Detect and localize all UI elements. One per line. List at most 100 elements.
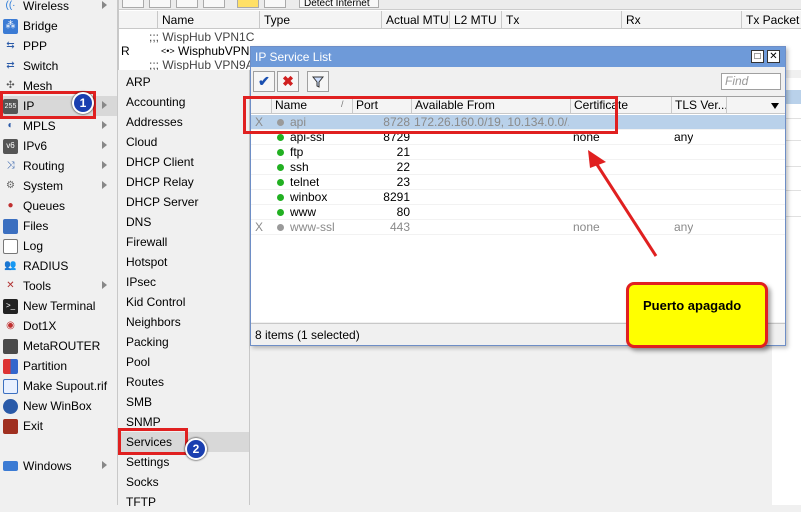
menu-item-tools[interactable]: ✕ Tools xyxy=(0,276,117,296)
col-l2-mtu[interactable]: L2 MTU xyxy=(449,11,501,29)
submenu-item-arp[interactable]: ARP xyxy=(118,72,249,92)
submenu-item-accounting[interactable]: Accounting xyxy=(118,92,249,112)
filter-icon xyxy=(312,76,324,88)
log-icon xyxy=(3,238,18,254)
submenu-item-routes[interactable]: Routes xyxy=(118,372,249,392)
menu-item-switch[interactable]: ⇄ Switch xyxy=(0,56,117,76)
row-port: 8291 xyxy=(383,190,410,204)
comment-button[interactable] xyxy=(237,0,259,8)
highlight-services-item xyxy=(118,428,188,455)
menu-item-mpls[interactable]: ◐ MPLS xyxy=(0,116,117,136)
filter-button[interactable] xyxy=(307,71,329,92)
window-titlebar[interactable]: IP Service List □ ✕ xyxy=(251,47,785,67)
menu-item-exit[interactable]: Exit xyxy=(0,416,117,436)
submenu-item-cloud[interactable]: Cloud xyxy=(118,132,249,152)
table-row[interactable]: ssh 22 xyxy=(251,160,785,175)
dot1x-icon: ◉ xyxy=(6,320,15,331)
col-tx[interactable]: Tx xyxy=(501,11,621,29)
filter-button[interactable] xyxy=(264,0,286,8)
maximize-icon[interactable]: □ xyxy=(751,50,764,63)
menu-item-dot1x[interactable]: ◉ Dot1X xyxy=(0,316,117,336)
menu-item-new-terminal[interactable]: >_ New Terminal xyxy=(0,296,117,316)
submenu-item-packing[interactable]: Packing xyxy=(118,332,249,352)
menu-item-metarouter[interactable]: MetaROUTER xyxy=(0,336,117,356)
menu-label: System xyxy=(23,179,64,193)
menu-item-system[interactable]: ⚙ System xyxy=(0,176,117,196)
col-tls-version[interactable]: TLS Ver... xyxy=(671,97,726,114)
table-row[interactable]: ftp 21 xyxy=(251,145,785,160)
submenu-arrow-icon xyxy=(102,281,107,289)
row-name: www-ssl xyxy=(290,220,335,234)
menu-item-files[interactable]: Files xyxy=(0,216,117,236)
menu-label: Bridge xyxy=(23,19,58,33)
menu-label: Tools xyxy=(23,279,52,293)
submenu-item-dhcp-client[interactable]: DHCP Client xyxy=(118,152,249,172)
submenu-item-neighbors[interactable]: Neighbors xyxy=(118,312,249,332)
submenu-item-firewall[interactable]: Firewall xyxy=(118,232,249,252)
enable-button[interactable] xyxy=(176,0,198,8)
menu-item-wireless[interactable]: ((· Wireless xyxy=(0,0,117,16)
menu-item-partition[interactable]: Partition xyxy=(0,356,117,376)
disable-x-button[interactable]: ✖ xyxy=(277,71,299,92)
menu-label: Log xyxy=(23,239,44,253)
submenu-item-smb[interactable]: SMB xyxy=(118,392,249,412)
menu-item-routing[interactable]: ⤨ Routing xyxy=(0,156,117,176)
row-name: ftp xyxy=(290,145,304,159)
table-row[interactable]: www 80 xyxy=(251,205,785,220)
menu-item-radius[interactable]: 👥 RADIUS xyxy=(0,256,117,276)
find-input[interactable]: Find xyxy=(721,73,781,90)
submenu-item-ipsec[interactable]: IPsec xyxy=(118,272,249,292)
menu-item-bridge[interactable]: ⁂ Bridge xyxy=(0,16,117,36)
submenu-item-hotspot[interactable]: Hotspot xyxy=(118,252,249,272)
files-icon xyxy=(3,218,18,234)
enable-check-button[interactable]: ✔ xyxy=(253,71,275,92)
submenu-item-addresses[interactable]: Addresses xyxy=(118,112,249,132)
menu-item-queues[interactable]: ● Queues xyxy=(0,196,117,216)
menu-label: PPP xyxy=(23,39,48,53)
supout-icon xyxy=(3,378,18,394)
status-dot-icon xyxy=(277,179,284,186)
submenu-item-dns[interactable]: DNS xyxy=(118,212,249,232)
table-row[interactable]: telnet 23 xyxy=(251,175,785,190)
table-row[interactable]: X www-ssl 443 none any xyxy=(251,220,785,235)
system-icon: ⚙ xyxy=(6,180,15,191)
menu-item-ipv6[interactable]: v6 IPv6 xyxy=(0,136,117,156)
ppp-icon: ⇆ xyxy=(6,40,15,51)
status-dot-icon xyxy=(277,224,284,231)
column-chooser[interactable] xyxy=(726,97,785,114)
table-row[interactable]: winbox 8291 xyxy=(251,190,785,205)
col-name[interactable]: Name xyxy=(157,11,259,29)
menu-item-make-supout[interactable]: Make Supout.rif xyxy=(0,376,117,396)
col-rx[interactable]: Rx xyxy=(621,11,741,29)
step-badge-2: 2 xyxy=(185,438,207,460)
row-name: ssh xyxy=(290,160,309,174)
submenu-item-dhcp-server[interactable]: DHCP Server xyxy=(118,192,249,212)
menu-item-new-winbox[interactable]: New WinBox xyxy=(0,396,117,416)
col-tx-packet[interactable]: Tx Packet (p xyxy=(741,11,801,29)
remove-button[interactable] xyxy=(149,0,171,8)
detect-internet-button[interactable]: Detect Internet xyxy=(299,0,379,8)
submenu-item-kid-control[interactable]: Kid Control xyxy=(118,292,249,312)
menu-item-windows[interactable]: Windows xyxy=(0,456,117,476)
radius-icon: 👥 xyxy=(4,260,17,271)
status-dot-icon xyxy=(277,149,284,156)
submenu-item-settings[interactable]: Settings xyxy=(118,452,249,472)
col-type[interactable]: Type xyxy=(259,11,381,29)
add-button[interactable] xyxy=(122,0,144,8)
submenu-item-tftp[interactable]: TFTP xyxy=(118,492,249,512)
step-badge-1: 1 xyxy=(72,92,94,114)
bridge-icon: ⁂ xyxy=(3,18,18,34)
row-port: 443 xyxy=(389,220,410,234)
menu-item-log[interactable]: Log xyxy=(0,236,117,256)
menu-label: RADIUS xyxy=(23,259,69,273)
submenu-item-dhcp-relay[interactable]: DHCP Relay xyxy=(118,172,249,192)
col-actual-mtu[interactable]: Actual MTU xyxy=(381,11,449,29)
disable-button[interactable] xyxy=(203,0,225,8)
table-row[interactable]: ;;; WispHub VPN1C xyxy=(119,30,801,44)
menu-label: Files xyxy=(23,219,49,233)
close-icon[interactable]: ✕ xyxy=(767,50,780,63)
submenu-item-pool[interactable]: Pool xyxy=(118,352,249,372)
menu-item-ppp[interactable]: ⇆ PPP xyxy=(0,36,117,56)
submenu-item-socks[interactable]: Socks xyxy=(118,472,249,492)
partition-icon xyxy=(3,358,18,374)
